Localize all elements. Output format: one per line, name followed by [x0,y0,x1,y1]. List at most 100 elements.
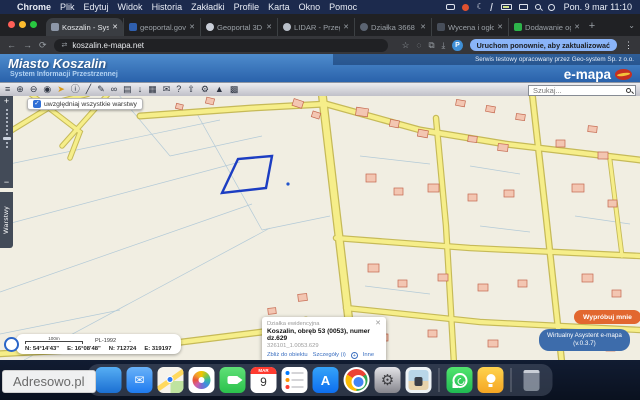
tab-close-icon[interactable]: ✕ [420,23,426,31]
reload-icon[interactable]: ⟳ [39,40,47,51]
user-account-icon[interactable] [548,4,555,11]
fullscreen-window-button[interactable] [30,21,37,28]
dock-tips-icon[interactable] [478,367,504,393]
zoom-in-icon[interactable]: ⊕ [16,85,24,94]
tab-geoportal[interactable]: geoportal.gov.pl ✕ [123,18,200,36]
all-layers-checkbox-row[interactable]: ✓ uwzględniaj wszystkie warstwy [27,98,143,110]
dock-mail-icon[interactable]: ✉ [127,367,153,393]
north-arrow-icon[interactable]: ▲ [215,85,224,94]
bluetooth-icon[interactable] [490,3,495,11]
e-mapa-brand[interactable]: e-mapa [564,67,632,82]
dock-photos-icon[interactable] [189,367,215,393]
layers-icon[interactable]: ≡ [5,85,10,94]
menu-item-zakladki[interactable]: Zakładki [191,2,225,12]
zoom-slider-handle[interactable] [3,137,11,140]
dock-finder-icon[interactable] [96,367,122,393]
menu-item-historia[interactable]: Historia [152,2,183,12]
menu-bar-clock[interactable]: Pon. 9 mar 11:10 [564,2,632,12]
zoom-out-button[interactable]: − [4,178,9,187]
tab-koszalin[interactable]: Koszalin - System ✕ [46,18,123,36]
info-icon[interactable]: ⓘ [71,85,80,94]
popup-link-details[interactable]: Szczegóły (i) [313,352,346,358]
tab-group-icon[interactable]: ⧉ [428,40,434,51]
popup-link-zoom-to-object[interactable]: Zbliż do obiektu [267,352,308,358]
menu-item-widok[interactable]: Widok [118,2,143,12]
download-icon[interactable]: ⤓ [442,40,446,51]
draw-icon[interactable]: ✎ [97,85,105,94]
spotlight-search-icon[interactable] [535,4,541,10]
zoom-slider-track[interactable] [3,106,11,178]
tab-close-icon[interactable]: ✕ [189,23,195,31]
settings-icon[interactable]: ⚙ [201,85,209,94]
tab-dodawanie[interactable]: Dodawanie ogłos... ✕ [508,18,585,36]
dock-reminders-icon[interactable] [282,367,308,393]
info-circle-button[interactable] [4,337,19,352]
new-tab-button[interactable]: + [585,20,599,36]
dock-chrome-icon[interactable] [344,367,370,393]
virtual-assistant-button[interactable]: Wirtualny Asystent e-mapa (v.0.3.7) [539,329,630,351]
checkbox-checked-icon[interactable]: ✓ [33,100,41,108]
full-extent-icon[interactable]: ◉ [43,85,51,94]
print-icon[interactable]: ▤ [123,85,132,94]
map-canvas[interactable]: ✓ uwzględniaj wszystkie warstwy + − Wars… [0,96,640,360]
profile-avatar[interactable]: P [452,40,462,51]
dock-preview-icon[interactable] [406,367,432,393]
measure-icon[interactable]: ╱ [86,85,91,94]
tab-search-chevron-icon[interactable]: ⌄ [628,21,635,30]
back-icon[interactable]: ← [7,40,16,50]
url-field[interactable]: ⇄ koszalin.e-mapa.net [54,39,388,52]
link-icon[interactable]: ∞ [111,85,117,94]
tab-geoportal-3d[interactable]: Geoportal 3D ✕ [200,18,277,36]
menu-item-pomoc[interactable]: Pomoc [329,2,357,12]
popup-close-icon[interactable]: ✕ [375,320,381,327]
try-me-button[interactable]: Wypróbuj mnie [574,310,640,324]
layers-panel-tab[interactable]: Warstwy [0,192,13,248]
table-icon[interactable]: ▦ [148,85,157,94]
tab-close-icon[interactable]: ✕ [497,23,503,31]
tab-close-icon[interactable]: ✕ [574,23,580,31]
zoom-out-icon[interactable]: ⊖ [30,85,38,94]
pointer-icon[interactable]: ➤ [57,85,65,94]
focus-moon-icon[interactable]: ☾ [476,3,483,11]
map-search-box[interactable] [528,85,636,96]
tab-close-icon[interactable]: ✕ [112,23,118,31]
extension-icon[interactable]: ◌ [416,40,421,50]
menu-item-karta[interactable]: Karta [268,2,290,12]
dock-calendar-icon[interactable]: MAR 9 [251,367,277,393]
dock-app-store-icon[interactable]: A [313,367,339,393]
menu-item-edytuj[interactable]: Edytuj [84,2,109,12]
menu-app-name[interactable]: Chrome [17,2,51,12]
message-icon[interactable]: ✉ [163,85,171,94]
battery-icon[interactable] [501,4,512,10]
tab-wycena[interactable]: Wycena i ogłosz... ✕ [431,18,508,36]
bookmark-star-icon[interactable]: ☆ [402,40,410,51]
popup-add-icon[interactable]: + [351,352,358,359]
dock-maps-icon[interactable] [158,367,184,393]
zoom-slider[interactable]: + − [0,96,13,188]
minimize-window-button[interactable] [19,21,26,28]
tab-close-icon[interactable]: ✕ [266,23,272,31]
zoom-in-button[interactable]: + [4,97,9,106]
dock-facetime-icon[interactable] [220,367,246,393]
menu-item-okno[interactable]: Okno [299,2,321,12]
dock-settings-icon[interactable]: ⚙ [375,367,401,393]
tab-dzialka[interactable]: Działka 3668 m² ✕ [354,18,431,36]
chrome-menu-icon[interactable]: ⋮ [624,40,633,51]
dock-trash-icon[interactable] [519,367,545,393]
legend-icon[interactable]: ▩ [230,85,239,94]
search-icon[interactable] [626,88,631,93]
search-input[interactable] [533,86,623,95]
menu-item-profile[interactable]: Profile [234,2,260,12]
camera-status-icon[interactable] [519,4,528,10]
crs-chevron-icon[interactable]: ⌄ [128,338,132,344]
dock-whatsapp-icon[interactable] [447,367,473,393]
tab-lidar[interactable]: LIDAR - Przeglą... ✕ [277,18,354,36]
recording-status-icon[interactable] [462,4,469,11]
forward-icon[interactable]: → [23,40,32,50]
close-window-button[interactable] [8,21,15,28]
upload-icon[interactable]: ⇧ [187,85,195,94]
crs-selector[interactable]: PL-1992 [95,338,116,344]
popup-link-more[interactable]: Inne [363,352,374,358]
help-icon[interactable]: ? [176,85,181,94]
site-permissions-icon[interactable]: ⇄ [62,41,68,49]
